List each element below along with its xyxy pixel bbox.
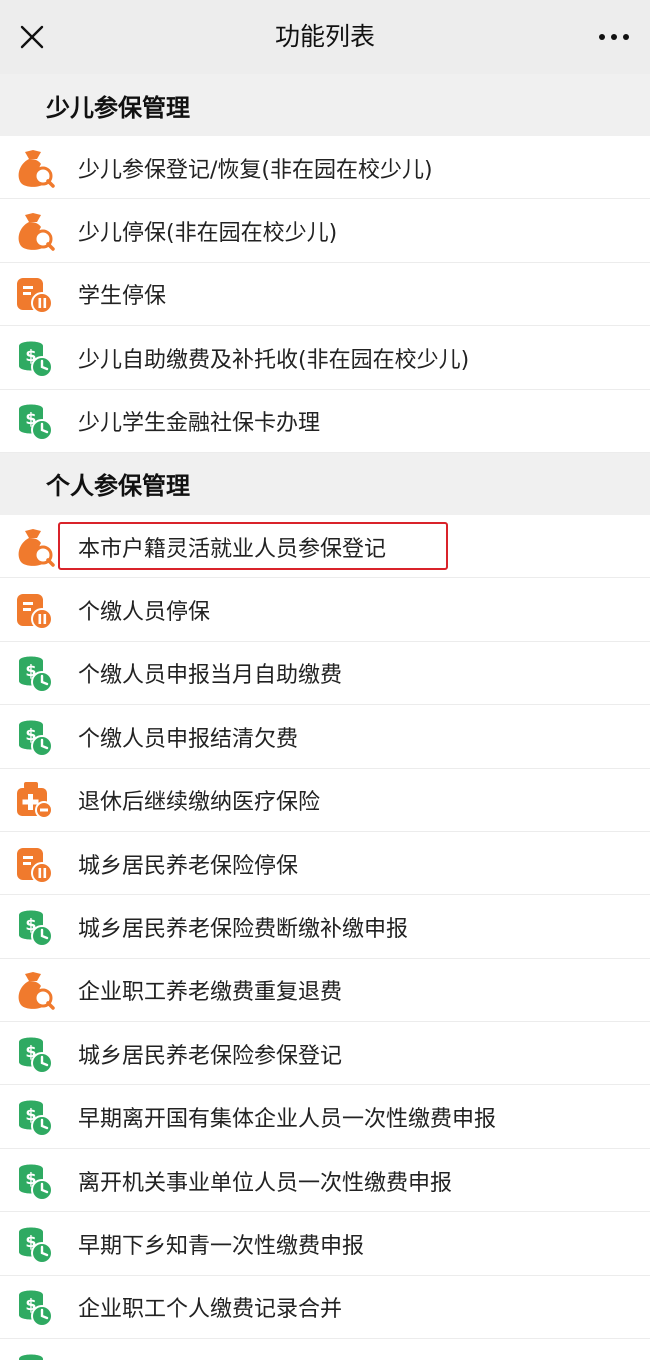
coin-clock-icon: $ xyxy=(13,1285,55,1329)
coin-clock-icon: $ xyxy=(13,905,55,949)
list-item[interactable]: $ 早期离开国有集体企业人员一次性缴费申报 xyxy=(0,1085,650,1150)
top-nav-bar: 功能列表 xyxy=(0,0,650,74)
more-icon xyxy=(599,34,605,40)
document-pause-icon xyxy=(13,272,55,316)
list-item-label: 少儿参保登记/恢复(非在园在校少儿) xyxy=(78,157,433,183)
list-item-label: 早期下乡知青一次性缴费申报 xyxy=(78,1233,365,1259)
list-item[interactable]: $ xyxy=(0,1339,650,1360)
list-item[interactable]: 本市户籍灵活就业人员参保登记 xyxy=(0,514,650,579)
list-item-label: 城乡居民养老保险费断缴补缴申报 xyxy=(78,916,409,942)
list-item[interactable]: 个缴人员停保 xyxy=(0,578,650,643)
coin-clock-icon: $ xyxy=(13,1032,55,1076)
list-item[interactable]: $ 个缴人员申报结清欠费 xyxy=(0,705,650,769)
list-item-label: 少儿自助缴费及补托收(非在园在校少儿) xyxy=(78,347,470,373)
list-item[interactable]: $ 企业职工个人缴费记录合并 xyxy=(0,1275,650,1340)
page-title: 功能列表 xyxy=(274,22,375,51)
function-list: 少儿参保管理少儿参保登记/恢复(非在园在校少儿) 少儿停保(非在园在校少儿) 学生停… xyxy=(0,74,650,1360)
coin-clock-icon: $ xyxy=(13,399,55,443)
money-bag-search-icon xyxy=(13,968,55,1012)
list-item[interactable]: 退休后继续缴纳医疗保险 xyxy=(0,768,650,833)
list-item[interactable]: $ 少儿学生金融社保卡办理 xyxy=(0,389,650,454)
list-item[interactable]: 企业职工养老缴费重复退费 xyxy=(0,958,650,1023)
list-item-label: 少儿学生金融社保卡办理 xyxy=(78,411,321,437)
list-item-label: 本市户籍灵活就业人员参保登记 xyxy=(78,536,387,562)
list-item[interactable]: $ 早期下乡知青一次性缴费申报 xyxy=(0,1212,650,1277)
document-pause-icon xyxy=(13,842,55,886)
list-item-label: 城乡居民养老保险参保登记 xyxy=(78,1043,343,1069)
document-pause-icon xyxy=(13,588,55,632)
list-item-label: 企业职工个人缴费记录合并 xyxy=(78,1297,343,1323)
list-item[interactable]: $ 少儿自助缴费及补托收(非在园在校少儿) xyxy=(0,326,650,390)
list-item-label: 退休后继续缴纳医疗保险 xyxy=(78,790,321,816)
list-item-label: 离开机关事业单位人员一次性缴费申报 xyxy=(78,1170,453,1196)
money-bag-search-icon xyxy=(13,209,55,253)
coin-clock-icon: $ xyxy=(13,336,55,380)
list-item[interactable]: 少儿参保登记/恢复(非在园在校少儿) xyxy=(0,136,650,200)
money-bag-search-icon xyxy=(13,525,55,569)
coin-clock-icon: $ xyxy=(13,1349,55,1360)
list-item-label: 学生停保 xyxy=(78,284,167,310)
list-item-label: 个缴人员停保 xyxy=(78,600,211,626)
coin-clock-icon: $ xyxy=(13,1095,55,1139)
more-button[interactable] xyxy=(592,17,636,57)
money-bag-search-icon xyxy=(13,146,55,190)
coin-clock-icon: $ xyxy=(13,715,55,759)
list-item-label: 个缴人员申报结清欠费 xyxy=(78,726,299,752)
list-item-label: 个缴人员申报当月自助缴费 xyxy=(78,663,343,689)
list-item-label: 企业职工养老缴费重复退费 xyxy=(78,980,343,1006)
list-item[interactable]: 少儿停保(非在园在校少儿) xyxy=(0,199,650,264)
section-header: 少儿参保管理 xyxy=(0,74,650,136)
list-item-label: 少儿停保(非在园在校少儿) xyxy=(78,221,338,247)
coin-clock-icon: $ xyxy=(13,1222,55,1266)
list-item[interactable]: 城乡居民养老保险停保 xyxy=(0,831,650,896)
section-header: 个人参保管理 xyxy=(0,452,650,515)
list-item[interactable]: 学生停保 xyxy=(0,262,650,327)
more-icon-dot xyxy=(623,34,629,40)
list-item[interactable]: $ 个缴人员申报当月自助缴费 xyxy=(0,641,650,706)
list-item[interactable]: $ 城乡居民养老保险参保登记 xyxy=(0,1022,650,1086)
list-item[interactable]: $ 离开机关事业单位人员一次性缴费申报 xyxy=(0,1148,650,1213)
list-item-label: 城乡居民养老保险停保 xyxy=(78,853,299,879)
coin-clock-icon: $ xyxy=(13,651,55,695)
list-item-label: 早期离开国有集体企业人员一次性缴费申报 xyxy=(78,1107,497,1133)
medical-kit-icon xyxy=(13,778,55,822)
more-icon-dot xyxy=(611,34,617,40)
function-list-page: 功能列表 少儿参保管理少儿参保登记/恢复(非在园在校少儿) 少儿停保(非在园在校少… xyxy=(0,0,650,1360)
list-item[interactable]: $ 城乡居民养老保险费断缴补缴申报 xyxy=(0,895,650,960)
coin-clock-icon: $ xyxy=(13,1159,55,1203)
